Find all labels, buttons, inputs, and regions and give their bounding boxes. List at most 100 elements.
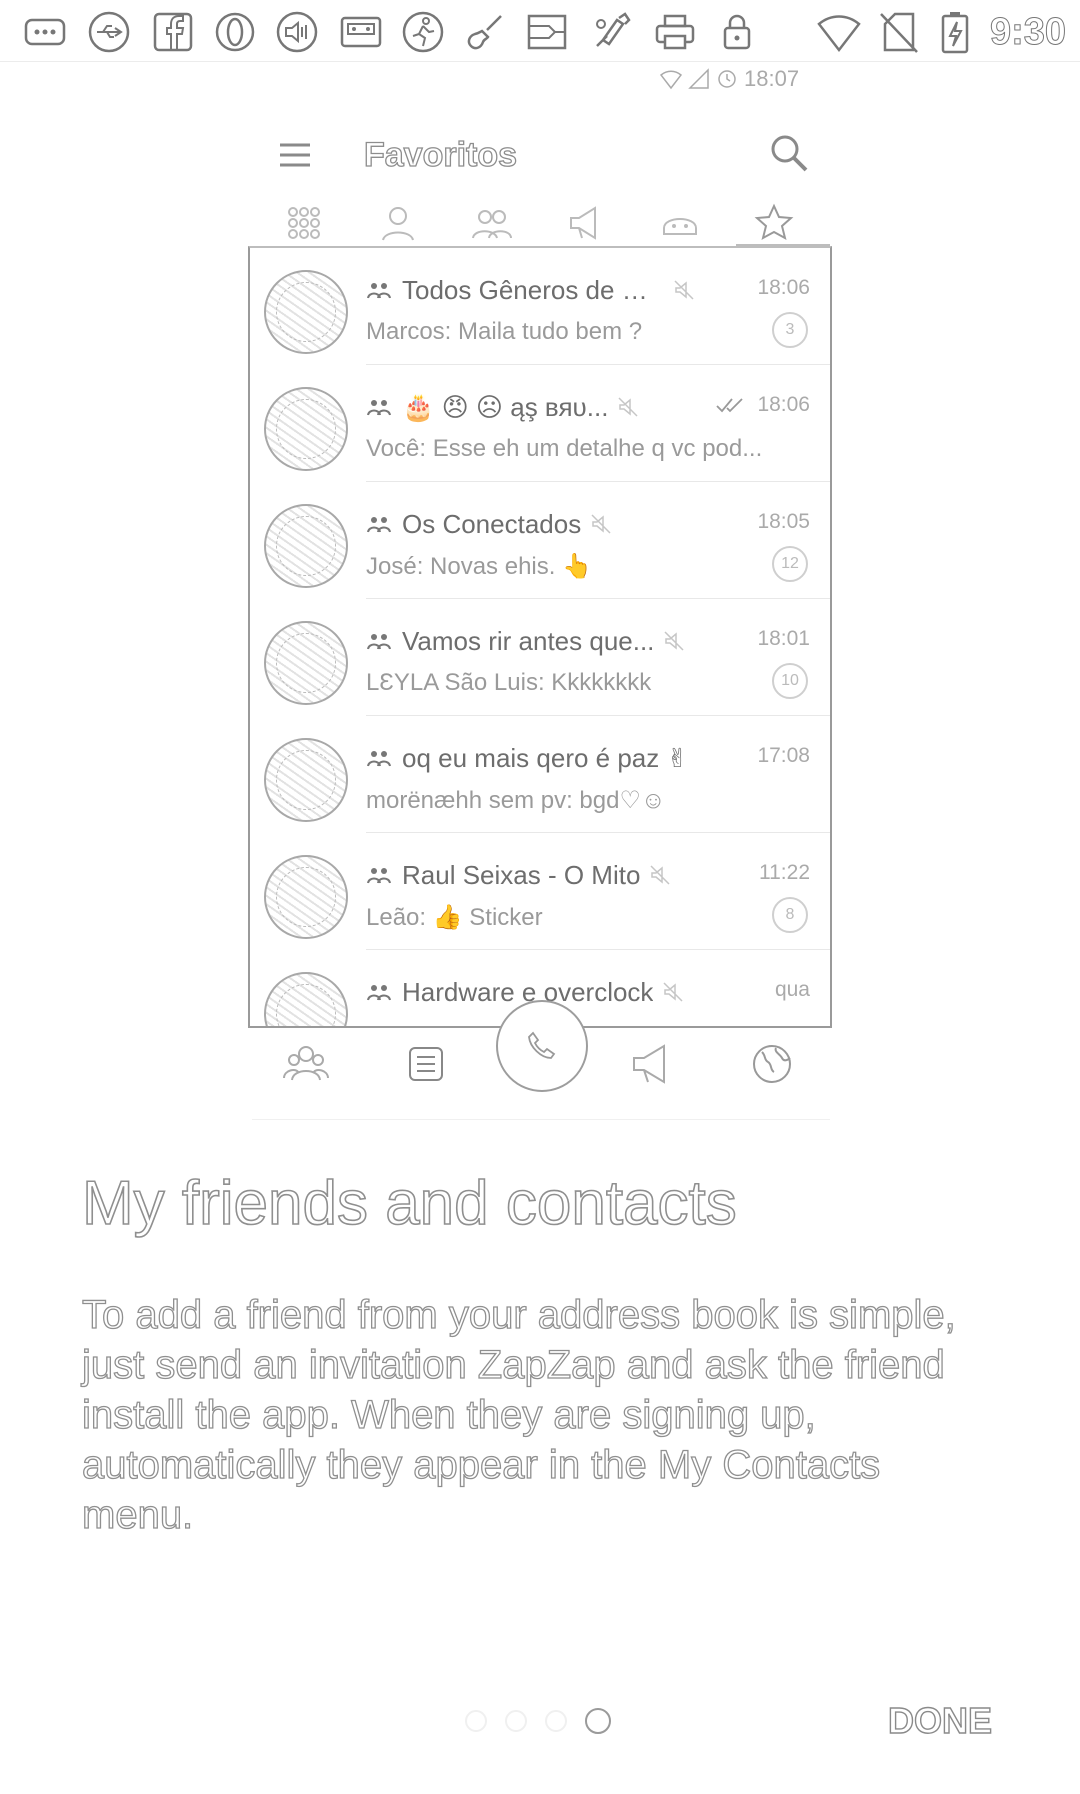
- page-dot[interactable]: [545, 1710, 567, 1732]
- unread-badge: 12: [772, 546, 808, 582]
- group-icon: [367, 517, 391, 533]
- chat-name: Os Conectados: [402, 508, 582, 539]
- chat-time: qua: [774, 978, 810, 1001]
- status-time: 9:30: [989, 11, 1066, 54]
- page-dot[interactable]: [465, 1710, 487, 1732]
- call-button[interactable]: [496, 1000, 588, 1092]
- done-button[interactable]: DONE: [887, 1699, 992, 1742]
- page-dot-active[interactable]: [585, 1708, 611, 1734]
- chat-list: Todos Gêneros de M... 18:06 Marcos: Mail…: [248, 246, 832, 1028]
- chat-preview: morënæhh sem pv: bgd♡☺: [366, 787, 666, 814]
- hamburger-menu-icon[interactable]: [272, 132, 318, 178]
- chat-preview: Leão: 👍 Sticker: [366, 904, 543, 931]
- tab-grid-icon[interactable]: [280, 200, 328, 246]
- chat-name: 🎂 😠 ☹ ąş вяυ...: [402, 391, 609, 422]
- tab-star-icon[interactable]: [750, 200, 798, 246]
- guitar-icon: [462, 10, 508, 54]
- page-indicator: [465, 1708, 611, 1734]
- groups-icon[interactable]: [278, 1036, 334, 1092]
- avatar: [264, 387, 348, 471]
- opera-icon: [212, 10, 258, 54]
- chat-preview: Marcos: Maila tudo bem ?: [366, 318, 643, 345]
- chat-name: Raul Seixas - O Mito: [402, 859, 641, 890]
- avatar: [264, 738, 348, 822]
- mockup-status-time: 18:07: [744, 66, 800, 91]
- tab-person-icon[interactable]: [374, 200, 422, 246]
- group-icon: [367, 985, 391, 1001]
- alarm-icon: [718, 70, 736, 88]
- onboarding-title: My friends and contacts: [81, 1168, 737, 1239]
- group-icon: [367, 283, 391, 299]
- chat-row[interactable]: Todos Gêneros de M... 18:06 Marcos: Mail…: [250, 248, 830, 365]
- chat-time: 18:06: [757, 393, 810, 416]
- volume-icon: [274, 10, 320, 54]
- mute-icon: [664, 631, 684, 651]
- chat-row[interactable]: Os Conectados 18:05 José: Novas ehis. 👆 …: [250, 482, 830, 599]
- more-horizontal-icon: [22, 10, 68, 54]
- status-bar: 9:30: [0, 0, 1080, 62]
- avatar: [264, 972, 348, 1026]
- onboarding-description: To add a friend from your address book i…: [81, 1292, 956, 1537]
- chat-time-wrap: 18:06: [715, 393, 810, 417]
- chat-row[interactable]: 🎂 😠 ☹ ąş вяυ... 18:06 Você: Esse eh um d…: [250, 365, 830, 482]
- unread-badge: 3: [772, 312, 808, 348]
- double-check-icon: [716, 398, 744, 413]
- chat-time: 18:06: [757, 276, 810, 299]
- mute-icon: [650, 865, 670, 885]
- cassette-icon: [338, 10, 384, 54]
- tab-people-icon[interactable]: [468, 200, 516, 246]
- runner-icon: [400, 10, 446, 54]
- group-icon: [367, 400, 391, 416]
- page-dot[interactable]: [505, 1710, 527, 1732]
- avatar: [264, 621, 348, 705]
- chat-time: 17:08: [757, 744, 810, 767]
- mockup-title: Favoritos: [363, 135, 518, 174]
- chat-name: oq eu mais qero é paz ✌: [402, 742, 689, 773]
- unread-badge: 8: [772, 897, 808, 933]
- mute-icon: [663, 982, 683, 1002]
- wifi-icon: [816, 10, 862, 54]
- mockup-toolbar: Favoritos: [252, 118, 830, 192]
- facebook-icon: [150, 10, 196, 54]
- chat-name: Todos Gêneros de M...: [402, 274, 664, 305]
- chat-time: 18:05: [757, 510, 810, 533]
- avatar: [264, 855, 348, 939]
- chat-preview: José: Novas ehis. 👆: [366, 553, 592, 580]
- phone-icon: [528, 1031, 556, 1059]
- mute-icon: [674, 280, 694, 300]
- mockup-status-bar: 18:07: [660, 66, 799, 92]
- chat-row[interactable]: Raul Seixas - O Mito 11:22 Leão: 👍 Stick…: [250, 833, 830, 950]
- chat-name: Vamos rir antes que...: [402, 625, 655, 656]
- globe-icon[interactable]: [744, 1036, 800, 1092]
- list-icon[interactable]: [398, 1036, 454, 1092]
- chat-row[interactable]: Vamos rir antes que... 18:01 LƐYLA São L…: [250, 599, 830, 716]
- lock-icon: [714, 10, 760, 54]
- paint-icon: [588, 10, 634, 54]
- avatar: [264, 504, 348, 588]
- chat-preview: LƐYLA São Luis: Kkkkkkkk: [366, 669, 652, 696]
- battery-charging-icon: [932, 10, 978, 54]
- chat-time: 18:01: [757, 627, 810, 650]
- signal-icon: [688, 68, 709, 89]
- search-icon[interactable]: [764, 128, 814, 178]
- chat-row[interactable]: oq eu mais qero é paz ✌ 17:08 morënæhh s…: [250, 716, 830, 833]
- tab-megaphone-icon[interactable]: [562, 200, 610, 246]
- mute-icon: [618, 397, 638, 417]
- chat-preview: Você: Esse eh um detalhe q vc pod...: [366, 435, 763, 462]
- printer-icon: [652, 10, 698, 54]
- group-icon: [367, 634, 391, 650]
- mockup-bottom-nav: [252, 1000, 830, 1120]
- unread-badge: 10: [772, 663, 808, 699]
- usb-icon: [86, 10, 132, 54]
- megaphone-icon[interactable]: [624, 1036, 680, 1092]
- tab-mask-icon[interactable]: [656, 200, 704, 246]
- chat-time: 11:22: [759, 861, 810, 884]
- avatar: [264, 270, 348, 354]
- no-sim-icon: [876, 10, 922, 54]
- group-icon: [367, 751, 391, 767]
- mockup-tabs: [252, 196, 830, 250]
- wifi-icon: [660, 70, 682, 90]
- sim-icon: [524, 10, 570, 54]
- group-icon: [367, 868, 391, 884]
- mute-icon: [591, 514, 611, 534]
